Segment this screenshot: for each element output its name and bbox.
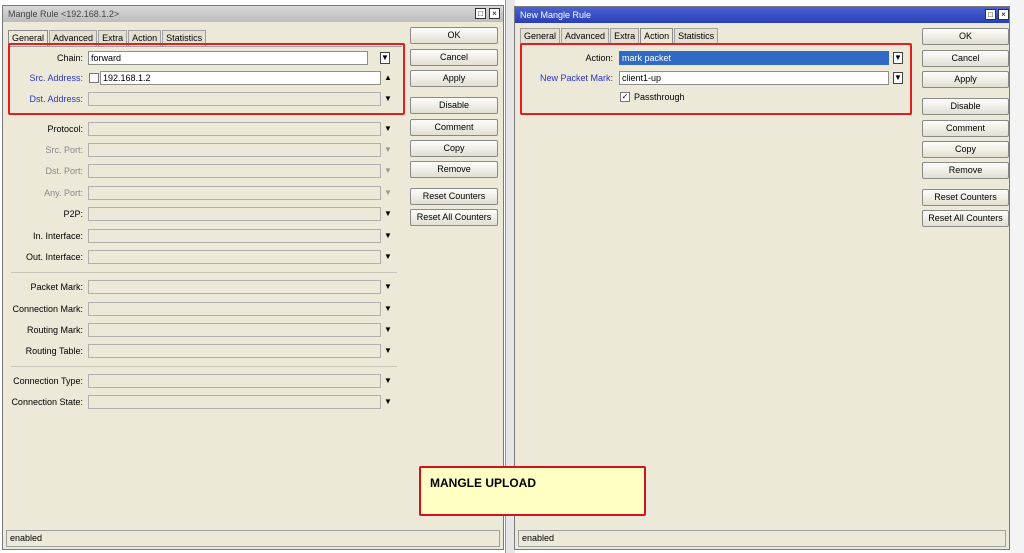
- connection-mark-dropdown-icon[interactable]: ▼: [383, 302, 393, 316]
- status-bar: enabled: [518, 530, 1006, 547]
- comment-button[interactable]: Comment: [922, 120, 1009, 137]
- tab-extra[interactable]: Extra: [610, 28, 640, 44]
- remove-button[interactable]: Remove: [922, 162, 1009, 179]
- background-window-fragment-right: [1010, 0, 1024, 553]
- comment-button[interactable]: Comment: [410, 119, 498, 136]
- connection-type-select[interactable]: [88, 374, 381, 388]
- status-bar: enabled: [6, 530, 500, 547]
- connection-state-select[interactable]: [88, 395, 381, 409]
- connection-mark-label: Connection Mark:: [12, 304, 83, 314]
- annotation-note: MANGLE UPLOAD: [419, 466, 646, 516]
- out-interface-label: Out. Interface:: [25, 252, 83, 262]
- remove-button[interactable]: Remove: [410, 161, 498, 178]
- routing-table-select[interactable]: [88, 344, 381, 358]
- tab-general[interactable]: General: [520, 28, 561, 44]
- reset-counters-button[interactable]: Reset Counters: [410, 188, 498, 205]
- src-port-dropdown-icon: ▼: [384, 145, 392, 154]
- any-port-input: [88, 186, 381, 200]
- tab-statistics[interactable]: Statistics: [674, 28, 719, 44]
- separator: [11, 366, 397, 367]
- protocol-dropdown-icon[interactable]: ▼: [383, 122, 393, 136]
- in-interface-dropdown-icon[interactable]: ▼: [383, 229, 393, 243]
- connection-mark-select[interactable]: [88, 302, 381, 316]
- src-port-label: Src. Port:: [45, 145, 83, 155]
- connection-state-label: Connection State:: [11, 397, 83, 407]
- cancel-button[interactable]: Cancel: [410, 49, 498, 66]
- reset-all-counters-button[interactable]: Reset All Counters: [410, 209, 498, 226]
- out-interface-dropdown-icon[interactable]: ▼: [383, 250, 393, 264]
- dst-port-label: Dst. Port:: [45, 166, 83, 176]
- highlight-box: [8, 43, 405, 115]
- copy-button[interactable]: Copy: [922, 141, 1009, 158]
- disable-button[interactable]: Disable: [410, 97, 498, 114]
- packet-mark-select[interactable]: [88, 280, 381, 294]
- copy-button[interactable]: Copy: [410, 140, 498, 157]
- any-port-label: Any. Port:: [44, 188, 83, 198]
- out-interface-select[interactable]: [88, 250, 381, 264]
- connection-type-label: Connection Type:: [13, 376, 83, 386]
- tab-advanced[interactable]: Advanced: [561, 28, 610, 44]
- separator: [11, 272, 397, 273]
- highlight-box: [520, 43, 912, 115]
- dst-port-input: [88, 164, 381, 178]
- in-interface-select[interactable]: [88, 229, 381, 243]
- packet-mark-dropdown-icon[interactable]: ▼: [383, 280, 393, 294]
- any-port-dropdown-icon: ▼: [384, 188, 392, 197]
- close-icon[interactable]: ×: [489, 8, 500, 19]
- routing-table-label: Routing Table:: [25, 346, 83, 356]
- packet-mark-label: Packet Mark:: [30, 282, 83, 292]
- protocol-select[interactable]: [88, 122, 381, 136]
- dst-port-dropdown-icon: ▼: [384, 166, 392, 175]
- routing-mark-dropdown-icon[interactable]: ▼: [383, 323, 393, 337]
- tab-bar: General Advanced Extra Action Statistics: [520, 28, 719, 45]
- disable-button[interactable]: Disable: [922, 98, 1009, 115]
- reset-counters-button[interactable]: Reset Counters: [922, 189, 1009, 206]
- routing-mark-select[interactable]: [88, 323, 381, 337]
- window-title: Mangle Rule <192.168.1.2>: [3, 6, 503, 22]
- protocol-label: Protocol:: [47, 124, 83, 134]
- maximize-icon[interactable]: □: [475, 8, 486, 19]
- routing-mark-label: Routing Mark:: [26, 325, 83, 335]
- window-title: New Mangle Rule: [515, 7, 1009, 23]
- p2p-dropdown-icon[interactable]: ▼: [383, 207, 393, 221]
- connection-type-dropdown-icon[interactable]: ▼: [383, 374, 393, 388]
- ok-button[interactable]: OK: [410, 27, 498, 44]
- connection-state-dropdown-icon[interactable]: ▼: [383, 395, 393, 409]
- src-port-input: [88, 143, 381, 157]
- in-interface-label: In. Interface:: [32, 231, 83, 241]
- apply-button[interactable]: Apply: [922, 71, 1009, 88]
- reset-all-counters-button[interactable]: Reset All Counters: [922, 210, 1009, 227]
- maximize-icon[interactable]: □: [985, 9, 996, 20]
- close-icon[interactable]: ×: [998, 9, 1009, 20]
- apply-button[interactable]: Apply: [410, 70, 498, 87]
- ok-button[interactable]: OK: [922, 28, 1009, 45]
- p2p-select[interactable]: [88, 207, 381, 221]
- cancel-button[interactable]: Cancel: [922, 50, 1009, 67]
- p2p-label: P2P:: [63, 209, 83, 219]
- routing-table-dropdown-icon[interactable]: ▼: [383, 344, 393, 358]
